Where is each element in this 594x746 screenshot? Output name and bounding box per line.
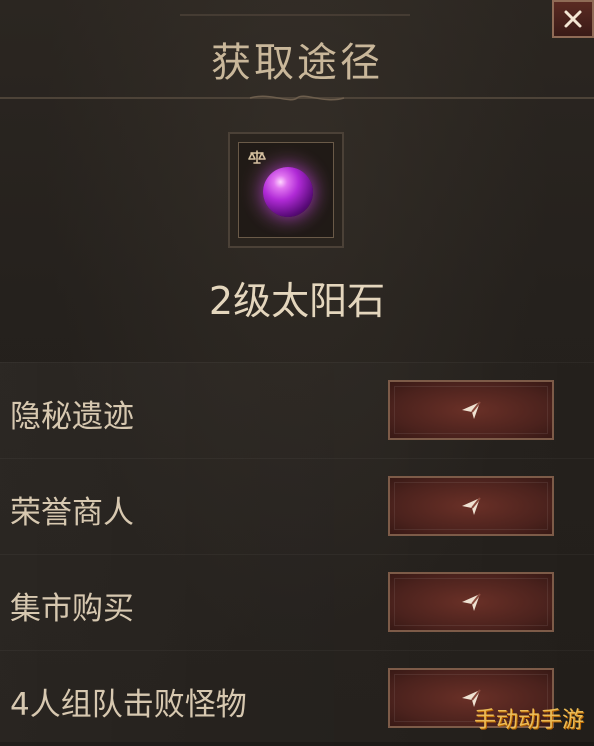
navigate-arrow-icon bbox=[462, 593, 481, 611]
title-divider bbox=[0, 95, 594, 101]
source-label: 4人组队击败怪物 bbox=[10, 687, 247, 723]
source-label: 集市购买 bbox=[10, 591, 134, 627]
close-icon bbox=[564, 10, 582, 28]
navigate-arrow-icon bbox=[462, 497, 481, 515]
source-label: 隐秘遗迹 bbox=[10, 399, 134, 435]
navigate-button[interactable] bbox=[388, 476, 554, 536]
navigate-arrow-icon bbox=[462, 401, 481, 419]
source-label: 荣誉商人 bbox=[10, 495, 134, 531]
scales-icon bbox=[248, 150, 266, 164]
panel-title: 获取途径 bbox=[211, 40, 383, 86]
item-name: 2级太阳石 bbox=[208, 279, 386, 323]
purple-gem-icon bbox=[263, 167, 313, 217]
source-row-market: 集市购买 bbox=[0, 554, 594, 650]
top-ornament bbox=[180, 0, 410, 16]
source-row-hidden-ruins: 隐秘遗迹 bbox=[0, 362, 594, 458]
watermark: 手动动手游 bbox=[473, 708, 584, 733]
close-button[interactable] bbox=[552, 0, 594, 38]
item-slot bbox=[228, 132, 344, 248]
navigate-button[interactable] bbox=[388, 572, 554, 632]
acquisition-panel: 获取途径 2级太阳石 隐秘遗迹 荣誉商人 集市购买 4人组队击败怪物 手动动手游 bbox=[0, 0, 594, 746]
source-list: 隐秘遗迹 荣誉商人 集市购买 4人组队击败怪物 bbox=[0, 362, 594, 746]
source-row-honor-merchant: 荣誉商人 bbox=[0, 458, 594, 554]
item-icon-frame bbox=[238, 142, 334, 238]
navigate-button[interactable] bbox=[388, 380, 554, 440]
